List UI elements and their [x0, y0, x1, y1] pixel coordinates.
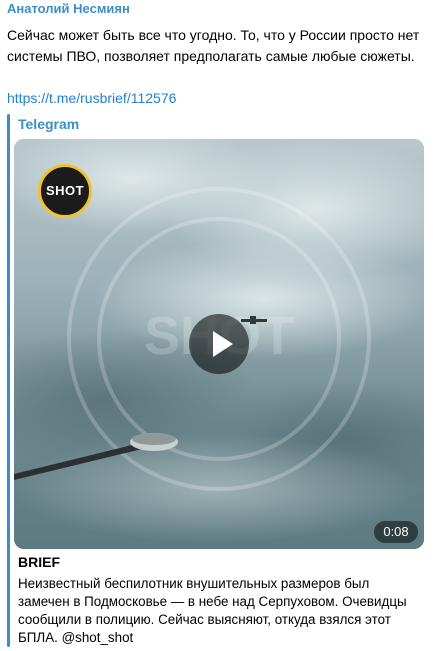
play-icon [213, 331, 233, 357]
preview-accent-bar [7, 114, 10, 647]
message-link[interactable]: https://t.me/rusbrief/112576 [7, 90, 176, 106]
link-preview[interactable]: Telegram SHOT 0:08 BRIEF Неизвестный бес… [7, 114, 427, 647]
shot-logo-icon: SHOT [38, 164, 92, 218]
video-thumbnail[interactable]: SHOT SHOT 0:08 [14, 139, 424, 549]
video-duration: 0:08 [374, 521, 418, 543]
preview-description: Неизвестный беспилотник внушительных раз… [18, 576, 407, 645]
preview-site-name: Telegram [18, 116, 80, 132]
preview-title: BRIEF [18, 554, 60, 570]
message-text: Сейчас может быть все что угодно. То, чт… [7, 27, 420, 64]
message-author[interactable]: Анатолий Несмиян [7, 1, 130, 16]
play-button[interactable] [189, 314, 249, 374]
